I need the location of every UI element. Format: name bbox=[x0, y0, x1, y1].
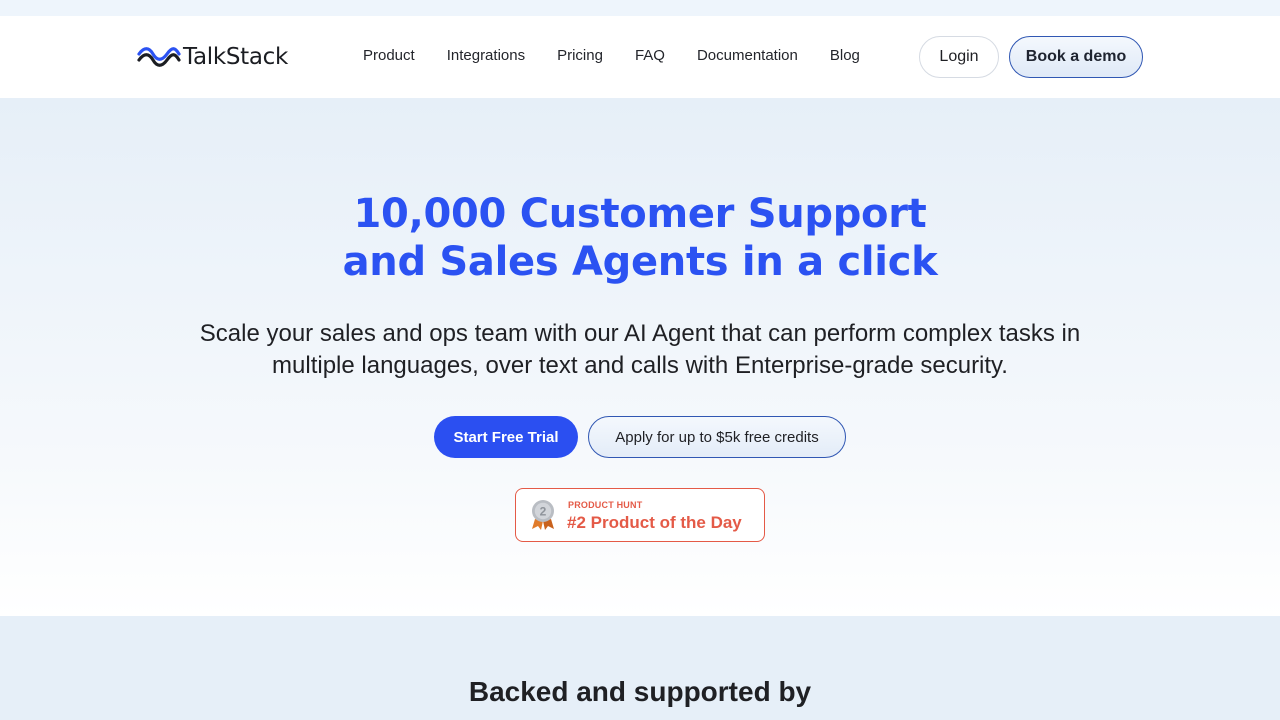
subhead-line-2: multiple languages, over text and calls … bbox=[272, 352, 1008, 379]
nav-item-faq[interactable]: FAQ bbox=[635, 47, 665, 64]
product-hunt-title: #2 Product of the Day bbox=[567, 513, 742, 532]
backed-title: Backed and supported by bbox=[468, 676, 812, 707]
logo[interactable]: TalkStack bbox=[137, 44, 288, 70]
start-free-trial-button[interactable]: Start Free Trial bbox=[434, 416, 578, 458]
navbar: TalkStack Product Integrations Pricing F… bbox=[0, 16, 1280, 98]
nav-item-blog[interactable]: Blog bbox=[830, 47, 860, 64]
book-demo-button[interactable]: Book a demo bbox=[1009, 36, 1143, 78]
hero-section: 10,000 Customer Support and Sales Agents… bbox=[0, 98, 1280, 616]
medal-icon: 2 bbox=[532, 500, 554, 530]
wave-icon bbox=[137, 47, 181, 67]
nav-item-documentation[interactable]: Documentation bbox=[697, 47, 798, 64]
nav-item-product[interactable]: Product bbox=[363, 47, 415, 64]
hero-subheading: Scale your sales and ops team with our A… bbox=[0, 318, 1280, 382]
nav-links: Product Integrations Pricing FAQ Documen… bbox=[363, 47, 860, 64]
medal-rank: 2 bbox=[540, 505, 547, 519]
subhead-line-1: Scale your sales and ops team with our A… bbox=[199, 320, 1081, 347]
product-hunt-badge[interactable]: 2 PRODUCT HUNT #2 Product of the Day bbox=[515, 488, 765, 542]
product-hunt-label: PRODUCT HUNT bbox=[568, 500, 643, 510]
hero-headline: 10,000 Customer Support and Sales Agents… bbox=[0, 190, 1280, 286]
nav-item-integrations[interactable]: Integrations bbox=[447, 47, 525, 64]
login-button[interactable]: Login bbox=[919, 36, 999, 78]
brand-name: TalkStack bbox=[183, 44, 289, 70]
backed-section: Backed and supported by bbox=[0, 616, 1280, 720]
nav-item-pricing[interactable]: Pricing bbox=[557, 47, 603, 64]
top-strip bbox=[0, 0, 1280, 16]
headline-line-2: and Sales Agents in a click bbox=[342, 239, 938, 285]
headline-line-1: 10,000 Customer Support bbox=[353, 191, 927, 237]
apply-credits-button[interactable]: Apply for up to $5k free credits bbox=[588, 416, 846, 458]
